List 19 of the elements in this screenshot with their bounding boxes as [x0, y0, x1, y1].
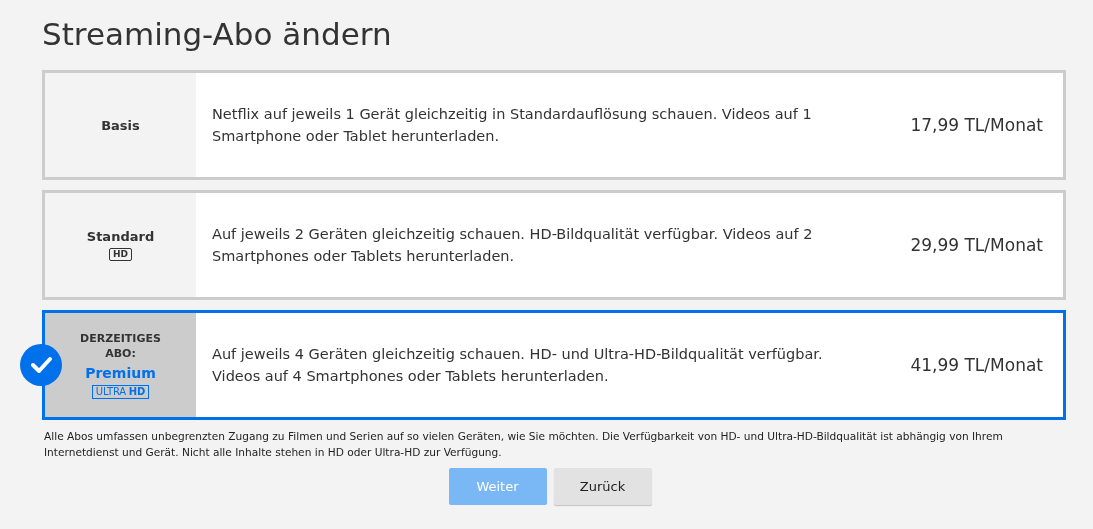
page-title: Streaming-Abo ändern [42, 15, 393, 54]
plan-description: Auf jeweils 2 Geräten gleichzeitig schauen. HD-Bildqualität verfügbar. Videos auf 2 Smartphones oder Tablets herunterladen. [211, 225, 814, 266]
plan-price: 41,99 TL/Monat [910, 355, 1044, 375]
back-button[interactable]: Zurück [553, 468, 652, 505]
plan-card[interactable]: Standard HD Auf jeweils 2 Geräten gleichzeitig schauen. HD-Bildqualität verfügbar. Videos auf 2 Smartphones oder Tablets herunterladen. 29,99 TL/Monat [42, 190, 1066, 300]
plan-price: 17,99 TL/Monat [910, 115, 1044, 135]
ultra-hd-badge: ULTRA HD [91, 385, 150, 399]
plan-card[interactable]: DERZEITIGES ABO: Premium ULTRA HD Auf jeweils 4 Geräten gleichzeitig schauen. HD- und Ultra-HD-Bildqualität verfügbar. Videos auf 4 Smartphones oder Tablets herunterladen. 41,99 TL/Monat [42, 310, 1066, 420]
plan-name: Basis [101, 117, 140, 133]
footnote: Alle Abos umfassen unbegrenzten Zugang zu Filmen und Serien auf so vielen Geräten, wie Sie möchten. Die Verfügbarkeit von HD- und Ultra-HD-Bildqualität ist abhängig von Ihrem Internetdienst und Gerät. Nicht alle Inhalte stehen in HD oder Ultra-HD zur Verfügung. [44, 429, 1004, 460]
plan-description: Auf jeweils 4 Geräten gleichzeitig schauen. HD- und Ultra-HD-Bildqualität verfügbar. Videos auf 4 Smartphones oder Tablets herunterladen. [211, 345, 824, 386]
hd-badge: HD [109, 248, 132, 261]
plan-price: 29,99 TL/Monat [910, 235, 1044, 255]
plan-name: Premium [85, 365, 156, 381]
check-icon [20, 344, 62, 386]
plan-description: Netflix auf jeweils 1 Gerät gleichzeitig in Standardauflösung schauen. Videos auf 1 Smartphone oder Tablet herunterladen. [211, 105, 813, 146]
plan-card[interactable]: Basis Netflix auf jeweils 1 Gerät gleichzeitig in Standardauflösung schauen. Videos auf 1 Smartphone oder Tablet herunterladen. 17,99 TL/Monat [42, 70, 1066, 180]
plan-name: Standard [86, 229, 155, 244]
current-plan-label: DERZEITIGES ABO: [80, 331, 161, 361]
